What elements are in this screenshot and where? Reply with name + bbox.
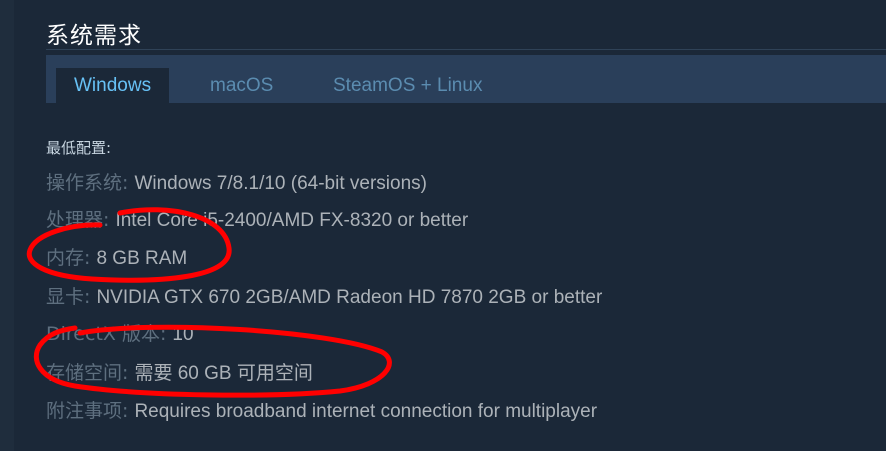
requirement-label: 存储空间: [46, 362, 129, 384]
requirement-label: 内存: [46, 247, 91, 269]
requirement-label: 操作系统: [46, 172, 129, 194]
requirement-label: DirectX 版本: [46, 323, 167, 345]
requirement-value: 10 [172, 324, 194, 345]
tab-windows[interactable]: Windows [56, 68, 170, 103]
title-divider [46, 49, 886, 50]
os-tab-bar: Windows macOS SteamOS + Linux [46, 55, 886, 103]
requirement-memory: 内存: 8 GB RAM [46, 245, 187, 271]
requirement-directx: DirectX 版本: 10 [46, 321, 194, 347]
requirement-processor: 处理器: Intel Core i5-2400/AMD FX-8320 or b… [46, 207, 468, 233]
requirement-label: 附注事项: [46, 400, 129, 422]
requirement-label: 处理器: [46, 209, 110, 231]
requirement-notes: 附注事项: Requires broadband internet connec… [46, 398, 597, 424]
requirement-label: 显卡: [46, 286, 91, 308]
tab-steamos-linux[interactable]: SteamOS + Linux [333, 68, 482, 103]
system-requirements-page: 系统需求 Windows macOS SteamOS + Linux 最低配置:… [0, 0, 886, 451]
requirement-value: 需要 60 GB 可用空间 [134, 363, 313, 384]
requirement-value: Requires broadband internet connection f… [134, 401, 598, 422]
minimum-requirements-heading: 最低配置: [46, 139, 112, 157]
section-title: 系统需求 [46, 23, 142, 49]
left-panel-edge [0, 0, 14, 451]
requirement-value: Windows 7/8.1/10 (64-bit versions) [134, 173, 427, 194]
requirement-value: 8 GB RAM [96, 248, 188, 269]
requirement-value: NVIDIA GTX 670 2GB/AMD Radeon HD 7870 2G… [96, 287, 603, 308]
requirement-storage: 存储空间: 需要 60 GB 可用空间 [46, 360, 313, 386]
tab-macos[interactable]: macOS [210, 68, 273, 103]
requirement-graphics: 显卡: NVIDIA GTX 670 2GB/AMD Radeon HD 787… [46, 284, 602, 310]
requirement-os: 操作系统: Windows 7/8.1/10 (64-bit versions) [46, 170, 427, 196]
requirement-value: Intel Core i5-2400/AMD FX-8320 or better [115, 210, 469, 231]
